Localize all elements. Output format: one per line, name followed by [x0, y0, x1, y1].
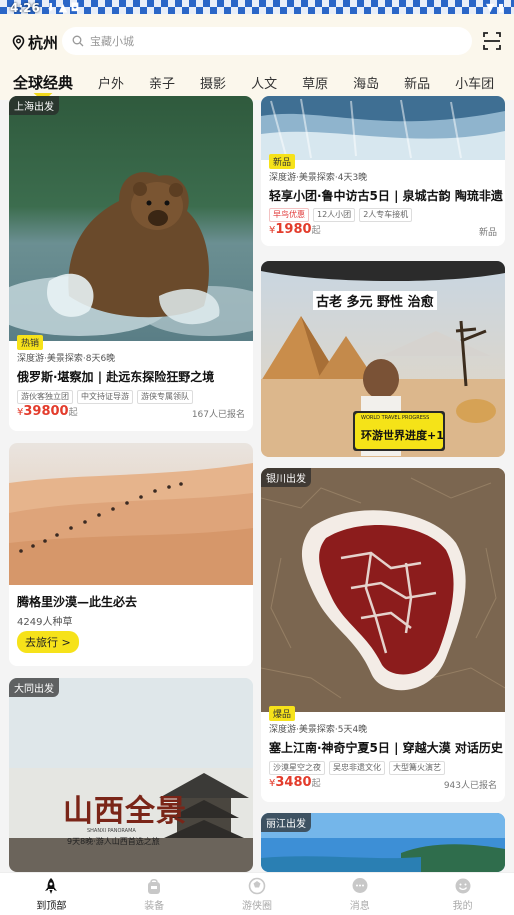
- city-label: 杭州: [28, 34, 59, 52]
- status-time: 4:26: [10, 1, 40, 15]
- tab-global-classic[interactable]: 全球经典: [13, 72, 73, 93]
- chat-icon: [352, 877, 368, 893]
- tab-outdoor[interactable]: 户外: [98, 73, 124, 92]
- search-input[interactable]: 宝藏小城: [62, 27, 472, 55]
- nav-back-to-top[interactable]: 到顶部: [11, 877, 91, 912]
- salt-lake-photo: [261, 468, 505, 712]
- smile-icon: [455, 878, 471, 893]
- new-note: 新品: [478, 228, 497, 238]
- search-placeholder: 宝藏小城: [90, 35, 134, 48]
- origin-label: 银川出发: [261, 468, 311, 487]
- trip-price: ¥3480起: [269, 775, 321, 790]
- hot-item-badge: 爆品: [269, 706, 296, 721]
- tag: 沙漠星空之夜: [269, 761, 325, 775]
- status-icons-right: ▼ ▮: [485, 1, 504, 14]
- trip-tags: 早鸟优惠 12人小团 2人专车接机: [269, 208, 413, 222]
- poster-small: SHANXI PANORAMA: [87, 828, 136, 834]
- nav-community[interactable]: 游侠圈: [217, 877, 297, 912]
- trip-card-luzhong[interactable]: 新品 深度游·美景探索·4天3晚 轻享小团·鲁中访古5日 | 泉城古韵 陶琉非遗…: [261, 96, 505, 246]
- trip-card-kamchatka[interactable]: 上海出发 热销 深度游·美景探索·8天6晚 俄罗斯·堪察加 | 赴远东探险狂野之…: [9, 96, 253, 431]
- trip-card-ningxia[interactable]: 银川出发 爆品 深度游·美景探索·5天4晚 塞上江南·神奇宁夏5日 | 穿越大漠…: [261, 468, 505, 802]
- search-icon: [72, 35, 84, 47]
- tab-new[interactable]: 新品: [404, 73, 430, 92]
- tab-photography[interactable]: 摄影: [200, 73, 226, 92]
- tag-early-bird: 早鸟优惠: [269, 208, 309, 222]
- origin-label: 大同出发: [9, 678, 59, 697]
- backpack-icon: [148, 878, 161, 894]
- header: 4:26 ⬇ ▲ ◘ ▼ ▮ 杭州 宝藏小城 全球经典 户外 亲子 摄影 人文 …: [0, 0, 514, 100]
- trip-tags: 沙漠星空之夜 吴忠非遗文化 大型篝火演艺: [269, 761, 445, 775]
- poster-title: 山西全景: [63, 794, 187, 829]
- trip-card-shanxi[interactable]: 大同出发 山西全景 SHANXI PANORAMA 9天8晚·游人山西首选之旅: [9, 678, 253, 872]
- tag: 12人小团: [313, 208, 356, 222]
- poster-words: 古老 多元 野性 治愈: [313, 291, 437, 310]
- nav-label: 到顶部: [36, 900, 67, 912]
- nav-label: 我的: [452, 900, 473, 912]
- tag: 游侠专属领队: [137, 390, 193, 404]
- trip-category: 深度游·美景探索·8天6晚: [17, 354, 116, 364]
- status-icons-left: ⬇ ▲ ◘: [46, 1, 80, 14]
- hot-badge: 热销: [17, 335, 44, 350]
- tab-small-group[interactable]: 小车团: [455, 73, 494, 92]
- location-selector[interactable]: 杭州: [12, 32, 58, 53]
- desert-photo: [9, 443, 253, 585]
- tag: 吴忠非遗文化: [329, 761, 385, 775]
- tag: 大型篝火演艺: [389, 761, 445, 775]
- waterfall-photo: [261, 96, 505, 160]
- trip-title: 俄罗斯·堪察加 | 赴远东探险狂野之境: [17, 370, 215, 384]
- location-pin-icon: [12, 35, 25, 50]
- nav-messages[interactable]: 消息: [320, 877, 400, 912]
- nav-label: 游侠圈: [241, 900, 272, 912]
- category-tabs: 全球经典 户外 亲子 摄影 人文 草原 海岛 新品 小车团: [0, 64, 514, 100]
- promo-card-world-travel[interactable]: 古老 多元 野性 治愈 WORLD TRAVEL PROGRESS 环游世界进度…: [261, 261, 505, 457]
- trip-category: 深度游·美景探索·5天4晚: [269, 725, 368, 735]
- scan-icon[interactable]: [482, 31, 502, 51]
- trip-card-lijiang[interactable]: 丽江出发: [261, 813, 505, 872]
- sign-text: 环游世界进度+1: [361, 429, 444, 442]
- bottom-nav: 到顶部 装备 游侠圈 消息 我的: [0, 872, 514, 915]
- nav-label: 装备: [144, 900, 165, 912]
- tab-grassland[interactable]: 草原: [302, 73, 328, 92]
- poster-subtitle: 9天8晚·游人山西首选之旅: [67, 837, 160, 846]
- ball-icon: [248, 877, 266, 894]
- tag: 2人专车接机: [359, 208, 413, 222]
- go-travel-button[interactable]: 去旅行 >: [17, 631, 79, 653]
- topic-title: 腾格里沙漠—此生必去: [17, 595, 138, 609]
- tag: 中文持证导游: [77, 390, 133, 404]
- signup-count: 943人已报名: [443, 781, 497, 791]
- signup-count: 167人已报名: [191, 410, 245, 420]
- tag: 游伙客独立团: [17, 390, 73, 404]
- tab-island[interactable]: 海岛: [353, 73, 379, 92]
- topic-card-tengger-desert[interactable]: 腾格里沙漠—此生必去 4249人种草 去旅行 >: [9, 443, 253, 666]
- nav-profile[interactable]: 我的: [423, 877, 503, 912]
- new-badge: 新品: [269, 154, 296, 169]
- sign-small: WORLD TRAVEL PROGRESS: [361, 415, 430, 421]
- origin-label: 丽江出发: [261, 813, 311, 832]
- tab-culture[interactable]: 人文: [251, 73, 277, 92]
- trip-title: 轻享小团·鲁中访古5日 | 泉城古韵 陶琉非遗: [269, 189, 503, 203]
- topic-count: 4249人种草: [17, 617, 73, 628]
- trip-title: 塞上江南·神奇宁夏5日 | 穿越大漠 对话历史: [269, 741, 503, 755]
- trip-category: 深度游·美景探索·4天3晚: [269, 173, 368, 183]
- trip-tags: 游伙客独立团 中文持证导游 游侠专属领队: [17, 390, 193, 404]
- origin-label: 上海出发: [9, 96, 59, 115]
- nav-gear[interactable]: 装备: [114, 877, 194, 912]
- tab-family[interactable]: 亲子: [149, 73, 175, 92]
- trip-price: ¥1980起: [269, 222, 321, 237]
- bear-photo: [9, 96, 253, 341]
- trip-price: ¥39800起: [17, 404, 78, 419]
- rocket-icon: [45, 877, 58, 894]
- nav-label: 消息: [349, 900, 370, 912]
